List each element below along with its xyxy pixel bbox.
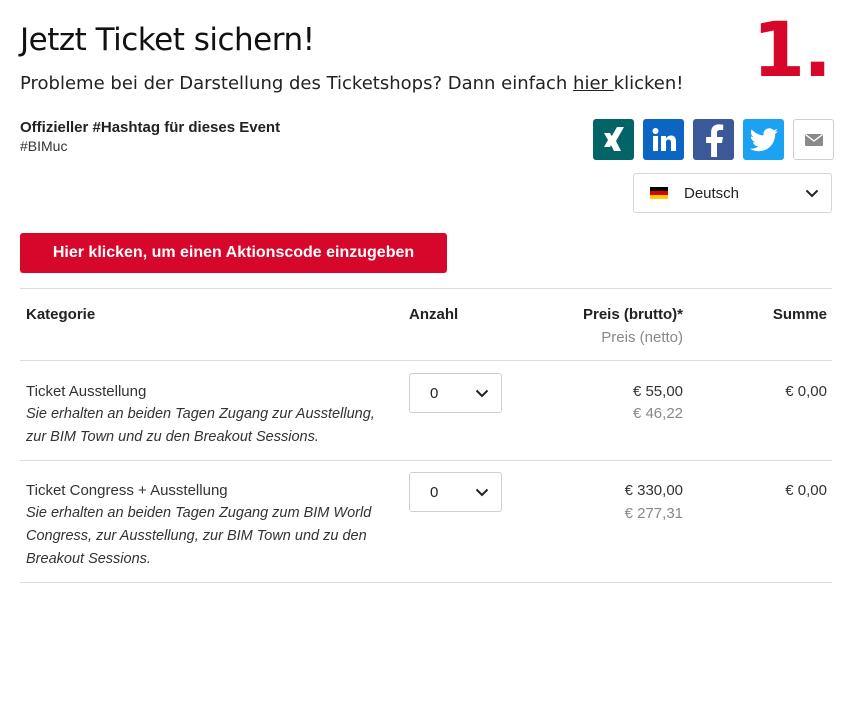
twitter-share-button[interactable]: [743, 119, 784, 160]
divider: [20, 582, 832, 583]
hashtag-title: Offizieller #Hashtag für dieses Event: [20, 119, 281, 136]
ticket-description-line: zur BIM Town und zu den Breakout Session…: [26, 429, 319, 445]
column-header-price-gross: Preis (brutto)*: [582, 306, 683, 323]
column-header-quantity: Anzahl: [409, 306, 459, 323]
facebook-icon: [705, 123, 723, 157]
column-header-price-net: Preis (netto): [601, 329, 683, 346]
price-gross: € 330,00: [624, 482, 683, 499]
chevron-down-icon: [805, 189, 819, 197]
notice-text-before: Probleme bei der Darstellung des Tickets…: [20, 73, 574, 94]
facebook-share-button[interactable]: [693, 119, 734, 160]
quantity-value: 0: [430, 384, 439, 402]
display-problem-notice: Probleme bei der Darstellung des Tickets…: [20, 72, 683, 96]
ticket-description-line: Sie erhalten an beiden Tagen Zugang zur …: [26, 406, 375, 422]
ticket-description-line: Sie erhalten an beiden Tagen Zugang zum …: [26, 505, 372, 521]
hashtag-value: #BIMuc: [20, 138, 68, 154]
ticket-name: Ticket Congress + Ausstellung: [26, 482, 228, 499]
chevron-down-icon: [475, 488, 489, 496]
price-net: € 46,22: [632, 405, 683, 422]
price-net: € 277,31: [624, 505, 683, 522]
ticket-description-line: Congress, zur Ausstellung, zur BIM Town …: [26, 528, 367, 544]
table-header: Kategorie Anzahl Preis (brutto)* Preis (…: [20, 289, 832, 360]
ticket-description-line: Breakout Sessions.: [26, 551, 151, 567]
notice-text-after: klicken!: [613, 73, 684, 94]
mail-icon: [804, 133, 823, 146]
quantity-select[interactable]: 0: [409, 373, 502, 413]
twitter-icon: [749, 127, 778, 151]
price-gross: € 55,00: [632, 383, 683, 400]
table-row: Ticket Ausstellung Sie erhalten an beide…: [20, 361, 832, 460]
quantity-select[interactable]: 0: [409, 472, 502, 512]
column-header-sum: Summe: [772, 306, 827, 323]
ticket-name: Ticket Ausstellung: [26, 383, 147, 400]
linkedin-icon: [652, 127, 676, 151]
xing-icon: [603, 126, 624, 151]
share-buttons: [593, 119, 834, 160]
page-title: Jetzt Ticket sichern!: [20, 22, 315, 58]
column-header-category: Kategorie: [26, 306, 96, 323]
ticket-table: Kategorie Anzahl Preis (brutto)* Preis (…: [20, 288, 832, 583]
row-sum: € 0,00: [785, 482, 827, 499]
xing-share-button[interactable]: [593, 119, 634, 160]
linkedin-share-button[interactable]: [643, 119, 684, 160]
quantity-value: 0: [430, 483, 439, 501]
promo-code-button[interactable]: Hier klicken, um einen Aktionscode einzu…: [20, 233, 447, 273]
notice-here-link[interactable]: hier: [573, 73, 614, 94]
step-number: 1.: [752, 5, 832, 94]
language-select[interactable]: Deutsch: [633, 173, 832, 213]
language-selected-label: Deutsch: [684, 184, 740, 202]
row-sum: € 0,00: [785, 383, 827, 400]
email-share-button[interactable]: [793, 119, 834, 160]
chevron-down-icon: [475, 389, 489, 397]
table-row: Ticket Congress + Ausstellung Sie erhalt…: [20, 461, 832, 582]
german-flag-icon: [650, 187, 668, 199]
